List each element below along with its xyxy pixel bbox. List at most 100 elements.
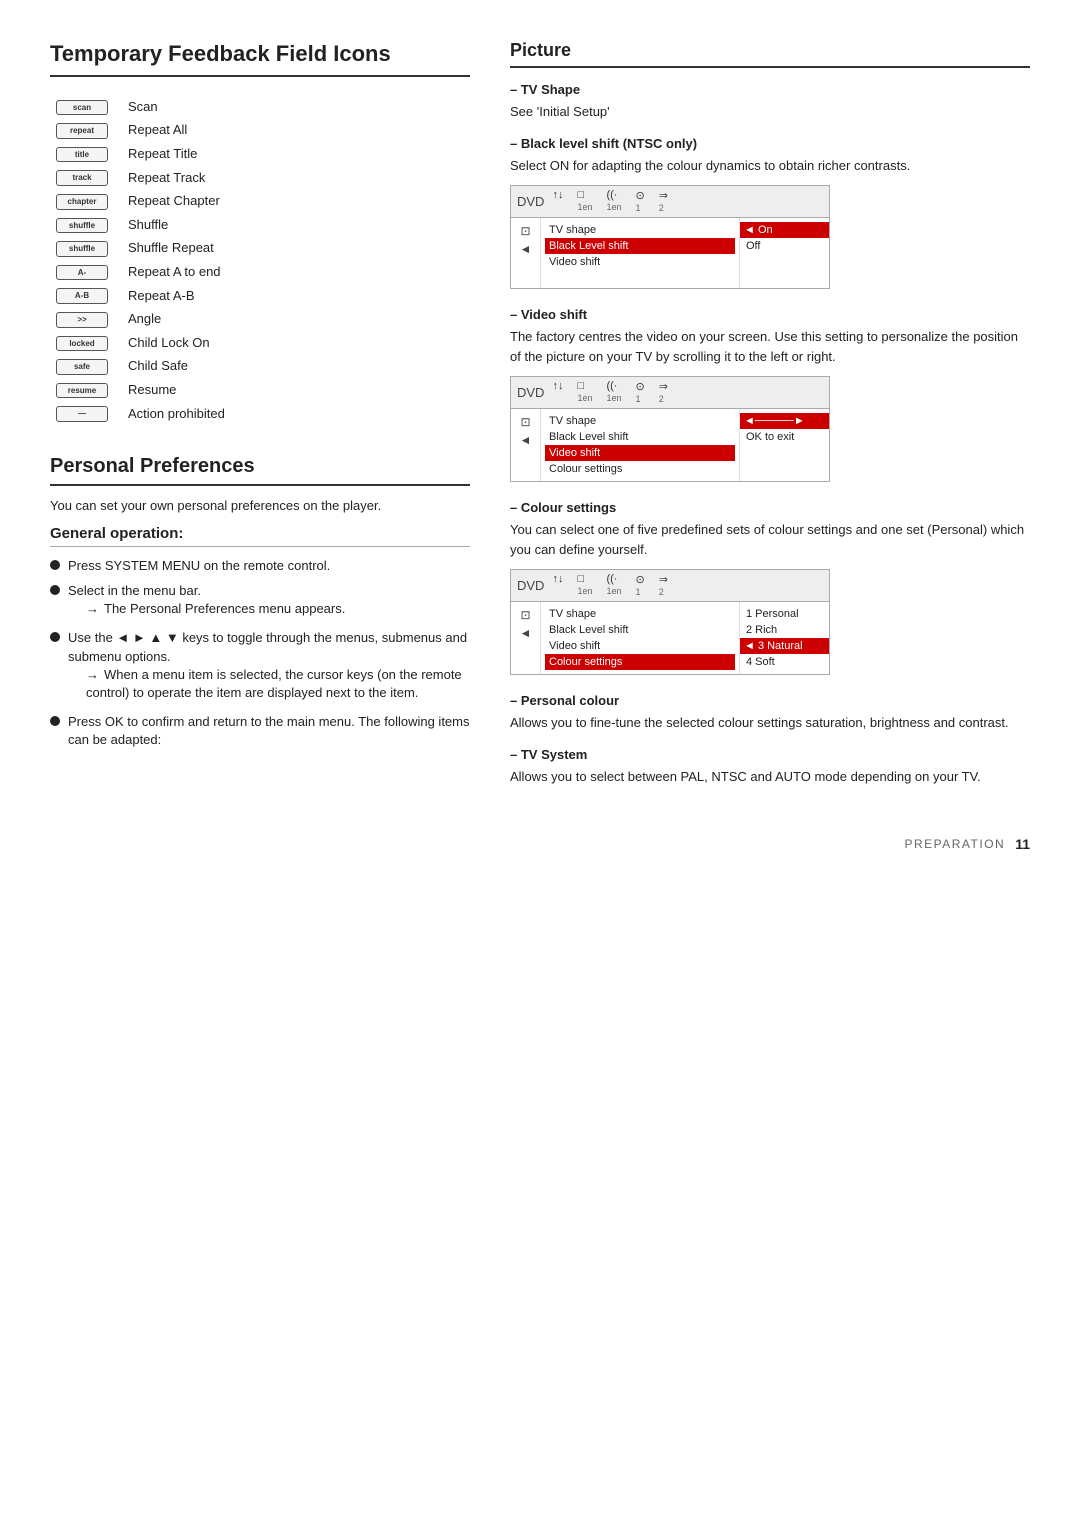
osd-value-row-3-1: 2 Rich — [746, 622, 823, 638]
icon-label-11: Child Safe — [122, 354, 470, 378]
icon-label-1: Repeat All — [122, 118, 470, 142]
icon-row-5: shuffle Shuffle — [50, 213, 470, 237]
icon-row-2: title Repeat Title — [50, 142, 470, 166]
osd-menu-row-3-2: Video shift — [549, 638, 731, 654]
bullet-text-0: Press SYSTEM MENU on the remote control. — [68, 557, 330, 575]
bullet-text-3: Press OK to confirm and return to the ma… — [68, 713, 470, 749]
icon-row-0: scan Scan — [50, 95, 470, 119]
osd-topbar-item-3-0: ↑↓ — [552, 573, 563, 598]
picture-title: Picture — [510, 40, 1030, 68]
osd-left-icon-3-1: ◄ — [520, 626, 532, 640]
osd-topbar-items-1: ↑↓□1en((·1en⊙1⇒2 — [552, 189, 668, 214]
bullet-item-2: Use the ◄ ► ▲ ▼ keys to toggle through t… — [50, 629, 470, 706]
body-text-0: See 'Initial Setup' — [510, 102, 1030, 122]
bullet-text-1: Select in the menu bar.→The Personal Pre… — [68, 582, 345, 622]
osd-left-icon-1-0: ⊡ — [520, 224, 530, 238]
osd-topbar-2: DVD↑↓□1en((·1en⊙1⇒2 — [511, 377, 829, 409]
osd-topbar-item-2-2: ((·1en — [606, 380, 621, 405]
icon-row-8: A-B Repeat A-B — [50, 283, 470, 307]
icon-label-5: Shuffle — [122, 213, 470, 237]
icon-label-6: Shuffle Repeat — [122, 236, 470, 260]
left-column: Temporary Feedback Field Icons scan Scan… — [50, 40, 470, 796]
icon-badge-8: A-B — [56, 288, 108, 304]
osd-dvd-icon-3: DVD — [517, 578, 544, 593]
icon-row-6: shuffle Shuffle Repeat — [50, 236, 470, 260]
osd-menu-row-3-1: Black Level shift — [549, 622, 731, 638]
osd-body-2: ⊡◄TV shapeBlack Level shiftVideo shiftCo… — [511, 409, 829, 481]
osd-left-icon-1-1: ◄ — [520, 242, 532, 256]
osd-menu-row-1-0: TV shape — [549, 222, 731, 238]
subsection-0: – TV Shape See 'Initial Setup' — [510, 82, 1030, 122]
icon-row-4: chapter Repeat Chapter — [50, 189, 470, 213]
body-text-4: Allows you to fine-tune the selected col… — [510, 713, 1030, 733]
osd-topbar-item-2-0: ↑↓ — [552, 380, 563, 405]
bullet-dot-2 — [50, 632, 60, 642]
osd-menu-col-3: TV shapeBlack Level shiftVideo shiftColo… — [541, 602, 739, 674]
icon-badge-2: title — [56, 147, 108, 163]
osd-value-row-2-0: ◄─────► — [740, 413, 829, 429]
icons-table: scan Scan repeat Repeat All title Repeat… — [50, 95, 470, 425]
osd-value-row-3-2: ◄ 3 Natural — [740, 638, 829, 654]
dash-label-2: – Video shift — [510, 307, 1030, 322]
dash-label-4: – Personal colour — [510, 693, 1030, 708]
osd-screen-3: DVD↑↓□1en((·1en⊙1⇒2⊡◄TV shapeBlack Level… — [510, 569, 830, 675]
body-text-1: Select ON for adapting the colour dynami… — [510, 156, 1030, 176]
dash-label-0: – TV Shape — [510, 82, 1030, 97]
osd-topbar-item-3-4: ⇒2 — [659, 573, 668, 598]
icon-label-8: Repeat A-B — [122, 283, 470, 307]
osd-screen-2: DVD↑↓□1en((·1en⊙1⇒2⊡◄TV shapeBlack Level… — [510, 376, 830, 482]
osd-left-icons-1: ⊡◄ — [511, 218, 541, 288]
osd-menu-row-1-2: Video shift — [549, 254, 731, 270]
subsection-4: – Personal colour Allows you to fine-tune… — [510, 693, 1030, 733]
body-text-5: Allows you to select between PAL, NTSC a… — [510, 767, 1030, 787]
icon-row-1: repeat Repeat All — [50, 118, 470, 142]
bullet-dot-0 — [50, 560, 60, 570]
osd-left-icons-2: ⊡◄ — [511, 409, 541, 481]
icon-badge-11: safe — [56, 359, 108, 375]
osd-topbar-item-1-2: ((·1en — [606, 189, 621, 214]
osd-screen-1: DVD↑↓□1en((·1en⊙1⇒2⊡◄TV shapeBlack Level… — [510, 185, 830, 289]
osd-body-1: ⊡◄TV shapeBlack Level shiftVideo shift◄ … — [511, 218, 829, 288]
section2-title: Personal Preferences — [50, 455, 470, 486]
osd-topbar-3: DVD↑↓□1en((·1en⊙1⇒2 — [511, 570, 829, 602]
osd-topbar-items-2: ↑↓□1en((·1en⊙1⇒2 — [552, 380, 668, 405]
icon-badge-12: resume — [56, 383, 108, 399]
osd-value-row-1-0: ◄ On — [740, 222, 829, 238]
osd-value-col-3: 1 Personal2 Rich◄ 3 Natural4 Soft — [739, 602, 829, 674]
icon-badge-5: shuffle — [56, 218, 108, 234]
osd-left-icon-3-0: ⊡ — [520, 608, 530, 622]
osd-topbar-item-1-4: ⇒2 — [659, 189, 668, 214]
osd-dvd-icon-1: DVD — [517, 194, 544, 209]
subsection-2: – Video shiftThe factory centres the vid… — [510, 307, 1030, 482]
icon-badge-3: track — [56, 170, 108, 186]
osd-menu-row-3-3: Colour settings — [545, 654, 735, 670]
icon-label-9: Angle — [122, 307, 470, 331]
osd-topbar-item-1-0: ↑↓ — [552, 189, 563, 214]
icon-badge-4: chapter — [56, 194, 108, 210]
sub-bullet-2: →When a menu item is selected, the curso… — [68, 666, 470, 702]
general-op-title: General operation: — [50, 525, 470, 547]
personal-preferences-section: Personal Preferences You can set your ow… — [50, 455, 470, 750]
osd-topbar-item-2-3: ⊙1 — [636, 380, 645, 405]
bullets-list: Press SYSTEM MENU on the remote control.… — [50, 557, 470, 750]
osd-topbar-item-3-1: □1en — [577, 573, 592, 598]
osd-value-col-1: ◄ OnOff — [739, 218, 829, 288]
subsection-3: – Colour settingsYou can select one of f… — [510, 500, 1030, 675]
icon-row-12: resume Resume — [50, 378, 470, 402]
icon-badge-9: >> — [56, 312, 108, 328]
icon-badge-6: shuffle — [56, 241, 108, 257]
icon-row-3: track Repeat Track — [50, 165, 470, 189]
sub-bullet-1: →The Personal Preferences menu appears. — [68, 600, 345, 618]
section1-title: Temporary Feedback Field Icons — [50, 40, 470, 77]
osd-menu-col-2: TV shapeBlack Level shiftVideo shiftColo… — [541, 409, 739, 481]
osd-topbar-items-3: ↑↓□1en((·1en⊙1⇒2 — [552, 573, 668, 598]
osd-topbar-1: DVD ↑↓□1en((·1en⊙1⇒2 — [511, 186, 829, 218]
osd-menu-row-1-1: Black Level shift — [545, 238, 735, 254]
icon-label-2: Repeat Title — [122, 142, 470, 166]
osd-body-3: ⊡ ◄ TV shapeBlack Level shiftVideo shiftCo… — [511, 602, 829, 674]
osd-topbar-item-2-4: ⇒2 — [659, 380, 668, 405]
icon-label-0: Scan — [122, 95, 470, 119]
icon-label-4: Repeat Chapter — [122, 189, 470, 213]
dash-label-1: – Black level shift (NTSC only) — [510, 136, 1030, 151]
osd-menu-col-1: TV shapeBlack Level shiftVideo shift — [541, 218, 739, 288]
